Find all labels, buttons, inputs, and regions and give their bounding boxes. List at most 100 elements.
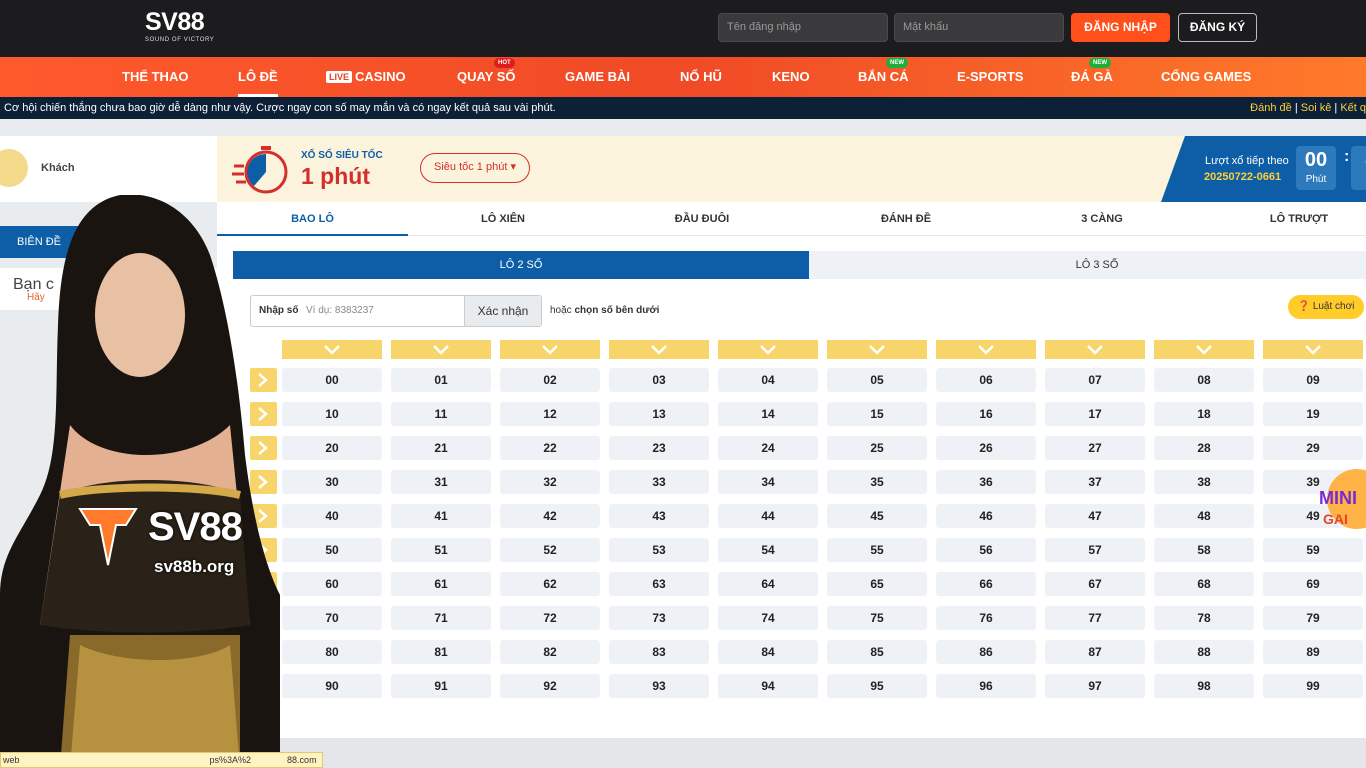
number-cell[interactable]: 70 (282, 606, 382, 630)
number-cell[interactable]: 42 (500, 504, 600, 528)
number-cell[interactable]: 99 (1263, 674, 1363, 698)
number-cell[interactable]: 86 (936, 640, 1036, 664)
nav-cong-games[interactable]: CỔNG GAMES (1161, 57, 1251, 97)
link-ket-qua[interactable]: Kết q (1340, 102, 1366, 114)
number-cell[interactable]: 21 (391, 436, 491, 460)
tab-lo-xien[interactable]: LÔ XIÊN (408, 202, 598, 236)
nav-game-bai[interactable]: GAME BÀI (565, 57, 630, 97)
number-cell[interactable]: 45 (827, 504, 927, 528)
number-cell[interactable]: 81 (391, 640, 491, 664)
number-cell[interactable]: 95 (827, 674, 927, 698)
column-select-button[interactable] (282, 340, 382, 359)
number-cell[interactable]: 82 (500, 640, 600, 664)
number-cell[interactable]: 22 (500, 436, 600, 460)
number-cell[interactable]: 33 (609, 470, 709, 494)
column-select-button[interactable] (500, 340, 600, 359)
column-select-button[interactable] (1263, 340, 1363, 359)
number-cell[interactable]: 51 (391, 538, 491, 562)
number-cell[interactable]: 18 (1154, 402, 1254, 426)
number-cell[interactable]: 05 (827, 368, 927, 392)
mini-game-icon[interactable]: MINI GAI (1317, 462, 1366, 537)
number-cell[interactable]: 00 (282, 368, 382, 392)
nav-the-thao[interactable]: THỂ THAO (122, 57, 188, 97)
number-cell[interactable]: 56 (936, 538, 1036, 562)
number-cell[interactable]: 08 (1154, 368, 1254, 392)
number-cell[interactable]: 47 (1045, 504, 1145, 528)
number-cell[interactable]: 20 (282, 436, 382, 460)
nav-casino[interactable]: LIVE CASINO (326, 57, 406, 97)
number-cell[interactable]: 11 (391, 402, 491, 426)
number-cell[interactable]: 92 (500, 674, 600, 698)
site-logo[interactable]: SV88 SOUND OF VICTORY (145, 8, 214, 43)
number-cell[interactable]: 10 (282, 402, 382, 426)
number-cell[interactable]: 60 (282, 572, 382, 596)
number-cell[interactable]: 37 (1045, 470, 1145, 494)
number-cell[interactable]: 26 (936, 436, 1036, 460)
column-select-button[interactable] (718, 340, 818, 359)
number-cell[interactable]: 15 (827, 402, 927, 426)
subtab-lo-2-so[interactable]: LÔ 2 SỐ (233, 251, 809, 279)
number-cell[interactable]: 74 (718, 606, 818, 630)
link-soi-ke[interactable]: Soi kê (1301, 102, 1332, 114)
number-cell[interactable]: 88 (1154, 640, 1254, 664)
number-cell[interactable]: 30 (282, 470, 382, 494)
link-danh-de[interactable]: Đánh đề (1250, 102, 1292, 114)
number-cell[interactable]: 73 (609, 606, 709, 630)
number-cell[interactable]: 23 (609, 436, 709, 460)
number-cell[interactable]: 31 (391, 470, 491, 494)
nav-e-sports[interactable]: E-SPORTS (957, 57, 1023, 97)
column-select-button[interactable] (827, 340, 927, 359)
tab-3-cang[interactable]: 3 CÀNG (1007, 202, 1197, 236)
number-cell[interactable]: 64 (718, 572, 818, 596)
number-cell[interactable]: 19 (1263, 402, 1363, 426)
number-cell[interactable]: 66 (936, 572, 1036, 596)
subtab-lo-3-so[interactable]: LÔ 3 SỐ (809, 251, 1366, 279)
number-cell[interactable]: 52 (500, 538, 600, 562)
nav-quay-so[interactable]: QUAY SỐ HOT (457, 57, 516, 97)
number-cell[interactable]: 48 (1154, 504, 1254, 528)
number-cell[interactable]: 94 (718, 674, 818, 698)
number-cell[interactable]: 96 (936, 674, 1036, 698)
number-cell[interactable]: 93 (609, 674, 709, 698)
number-cell[interactable]: 09 (1263, 368, 1363, 392)
number-cell[interactable]: 61 (391, 572, 491, 596)
password-input[interactable]: Mật khẩu (894, 13, 1064, 42)
number-cell[interactable]: 89 (1263, 640, 1363, 664)
number-cell[interactable]: 01 (391, 368, 491, 392)
register-button[interactable]: ĐĂNG KÝ (1178, 13, 1257, 42)
username-input[interactable]: Tên đăng nhập (718, 13, 888, 42)
number-cell[interactable]: 27 (1045, 436, 1145, 460)
number-cell[interactable]: 72 (500, 606, 600, 630)
number-cell[interactable]: 85 (827, 640, 927, 664)
number-cell[interactable]: 67 (1045, 572, 1145, 596)
number-cell[interactable]: 04 (718, 368, 818, 392)
number-cell[interactable]: 02 (500, 368, 600, 392)
number-cell[interactable]: 46 (936, 504, 1036, 528)
number-cell[interactable]: 36 (936, 470, 1036, 494)
number-cell[interactable]: 87 (1045, 640, 1145, 664)
nav-ban-ca[interactable]: BẮN CÁ NEW (858, 57, 909, 97)
number-cell[interactable]: 68 (1154, 572, 1254, 596)
number-cell[interactable]: 29 (1263, 436, 1363, 460)
nav-keno[interactable]: KENO (772, 57, 810, 97)
number-cell[interactable]: 13 (609, 402, 709, 426)
number-cell[interactable]: 24 (718, 436, 818, 460)
number-cell[interactable]: 79 (1263, 606, 1363, 630)
login-button[interactable]: ĐĂNG NHẬP (1071, 13, 1170, 42)
tab-lo-truot[interactable]: LÔ TRƯỢT (1202, 202, 1366, 236)
number-input[interactable]: Ví dụ: 8383237 (306, 296, 374, 326)
number-cell[interactable]: 80 (282, 640, 382, 664)
number-cell[interactable]: 91 (391, 674, 491, 698)
number-cell[interactable]: 84 (718, 640, 818, 664)
number-cell[interactable]: 44 (718, 504, 818, 528)
nav-no-hu[interactable]: NỔ HŨ (680, 57, 722, 97)
number-cell[interactable]: 76 (936, 606, 1036, 630)
rules-button[interactable]: ❓ Luật chơi (1288, 295, 1364, 319)
number-cell[interactable]: 07 (1045, 368, 1145, 392)
number-cell[interactable]: 63 (609, 572, 709, 596)
number-cell[interactable]: 62 (500, 572, 600, 596)
nav-da-ga[interactable]: ĐÁ GÀ NEW (1071, 57, 1113, 97)
number-cell[interactable]: 03 (609, 368, 709, 392)
number-cell[interactable]: 65 (827, 572, 927, 596)
tab-danh-de[interactable]: ĐÁNH ĐỀ (806, 202, 1006, 236)
